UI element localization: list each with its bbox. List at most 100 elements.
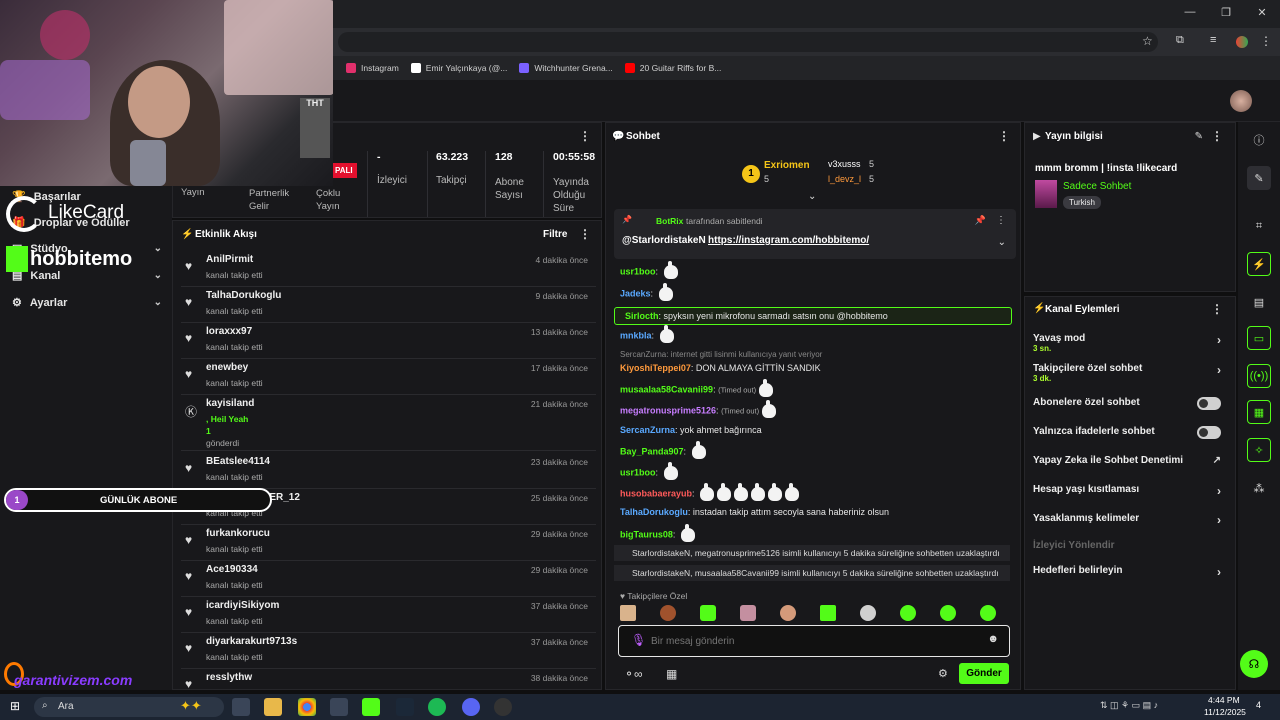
share-icon[interactable]: ⁂ bbox=[1247, 476, 1271, 500]
restore-icon[interactable]: ❐ bbox=[1216, 6, 1236, 19]
chat-username[interactable]: Sirlocth bbox=[625, 311, 659, 321]
address-bar[interactable] bbox=[338, 32, 1158, 52]
channel-action-item[interactable]: Yapay Zeka ile Sohbet Denetimi ↗ bbox=[1033, 455, 1229, 466]
more-options-icon[interactable]: ⋮ bbox=[1211, 302, 1223, 316]
activity-user[interactable]: icardiyiSikiyom bbox=[206, 600, 279, 611]
rewards-icon[interactable]: ⚬∞ bbox=[624, 667, 643, 681]
toggle-switch[interactable] bbox=[1197, 426, 1221, 439]
chat-username[interactable]: TalhaDorukoglu bbox=[620, 507, 688, 517]
channel-action-item[interactable]: Abonelere özel sohbet bbox=[1033, 397, 1229, 410]
clock-date[interactable]: 11/12/2025 bbox=[1204, 707, 1246, 717]
nav-settings[interactable]: ⚙ Ayarlar ⌄ bbox=[12, 296, 162, 310]
activity-user[interactable]: enewbey bbox=[206, 362, 248, 373]
chat-username[interactable]: Jadeks bbox=[620, 288, 651, 298]
store-icon[interactable]: ▦ bbox=[666, 667, 677, 681]
more-options-icon[interactable]: ⋮ bbox=[579, 227, 591, 241]
gear-icon[interactable]: ⚙ bbox=[938, 667, 948, 680]
emote-icon[interactable] bbox=[820, 605, 836, 621]
chat-username[interactable]: SercanZurna bbox=[620, 425, 675, 435]
tray-icons[interactable]: ⇅ ◫ ⚘ ▭ ▤ ♪ bbox=[1100, 700, 1158, 711]
channel-action-item[interactable]: Hesap yaşı kısıtlaması › bbox=[1033, 484, 1229, 498]
channel-action-item[interactable]: Yalnızca ifadelerle sohbet bbox=[1033, 426, 1229, 439]
chevron-down-icon[interactable]: ⌄ bbox=[808, 191, 816, 202]
chat-username[interactable]: KiyoshiTeppei07 bbox=[620, 363, 691, 373]
channel-action-item[interactable]: Yavaş mod 3 sn. › bbox=[1033, 333, 1229, 353]
activity-row[interactable]: ♥ enewbey kanalı takip etti 17 dakika ön… bbox=[181, 359, 596, 395]
chat-username[interactable]: mnkbla bbox=[620, 330, 652, 340]
bolt-icon[interactable]: ⚡ bbox=[1247, 252, 1271, 276]
send-button[interactable]: Gönder bbox=[959, 663, 1009, 684]
activity-user[interactable]: Ace190334 bbox=[206, 564, 258, 575]
chat-username[interactable]: megatronusprime5126 bbox=[620, 405, 716, 415]
activity-row[interactable]: ♥ icardiyiSikiyom kanalı takip etti 37 d… bbox=[181, 597, 596, 633]
channel-action-item[interactable]: Hedefleri belirleyin › bbox=[1033, 565, 1229, 579]
profile-icon[interactable] bbox=[1236, 36, 1248, 48]
clock-time[interactable]: 4:44 PM bbox=[1208, 695, 1240, 705]
toggle-switch[interactable] bbox=[1197, 397, 1221, 410]
chat-input[interactable] bbox=[651, 632, 971, 650]
emote-icon[interactable] bbox=[860, 605, 876, 621]
media-icon[interactable]: ≡ bbox=[1210, 34, 1216, 46]
emote-icon[interactable] bbox=[740, 605, 756, 621]
emoji-icon[interactable]: ☻ bbox=[987, 633, 999, 645]
category-link[interactable]: Sadece Sohbet bbox=[1063, 181, 1131, 192]
chat-username[interactable]: usr1boo bbox=[620, 467, 656, 477]
info-icon[interactable]: ⓘ bbox=[1247, 128, 1271, 152]
activity-user[interactable]: TalhaDorukoglu bbox=[206, 290, 281, 301]
channel-action-item[interactable]: Yasaklanmış kelimeler › bbox=[1033, 513, 1229, 527]
emote-icon[interactable] bbox=[900, 605, 916, 621]
emote-icon[interactable] bbox=[660, 605, 676, 621]
bookmark-x[interactable]: Emir Yalçınkaya (@... bbox=[410, 63, 507, 73]
microphone-icon[interactable]: 🎙 bbox=[631, 633, 646, 647]
chevron-down-icon[interactable]: ⌄ bbox=[998, 237, 1006, 248]
more-options-icon[interactable]: ⋮ bbox=[998, 129, 1010, 143]
chat-username[interactable]: musaalaa58Cavanii99 bbox=[620, 384, 713, 394]
activity-row[interactable]: ♥ BEatslee4114 kanalı takip etti 23 daki… bbox=[181, 453, 596, 489]
more-options-icon[interactable]: ⋮ bbox=[996, 215, 1006, 226]
crop-icon[interactable]: ⌗ bbox=[1247, 214, 1271, 238]
activity-row[interactable]: ♥ TalhaDorukoglu kanalı takip etti 9 dak… bbox=[181, 287, 596, 323]
activity-row[interactable]: ♥ furkankorucu kanalı takip etti 29 daki… bbox=[181, 525, 596, 561]
channel-action-item[interactable]: Takipçilere özel sohbet 3 dk. › bbox=[1033, 363, 1229, 383]
spotify-icon[interactable] bbox=[428, 698, 446, 716]
activity-user[interactable]: resslythw bbox=[206, 672, 252, 683]
notes-icon[interactable]: ▤ bbox=[1247, 290, 1271, 314]
layout-icon[interactable]: ▦ bbox=[1247, 400, 1271, 424]
activity-user[interactable]: kayisiland bbox=[206, 398, 254, 409]
star-icon[interactable]: ☆ bbox=[1142, 34, 1153, 48]
more-options-icon[interactable]: ⋮ bbox=[579, 129, 591, 143]
obs-icon[interactable] bbox=[494, 698, 512, 716]
wrench-icon[interactable]: ✧ bbox=[1247, 438, 1271, 462]
kick-icon[interactable] bbox=[362, 698, 380, 716]
activity-row[interactable]: ♥ Ace190334 kanalı takip etti 29 dakika … bbox=[181, 561, 596, 597]
pin-icon[interactable]: 📌 bbox=[975, 215, 986, 226]
windows-start-icon[interactable]: ⊞ bbox=[10, 699, 20, 713]
edit-icon[interactable]: ✎ bbox=[1247, 166, 1271, 190]
activity-user[interactable]: loraxxx97 bbox=[206, 326, 252, 337]
notification-badge[interactable]: 4 bbox=[1256, 700, 1261, 710]
chrome-icon[interactable] bbox=[298, 698, 316, 716]
broadcast-icon[interactable]: ((•)) bbox=[1247, 364, 1271, 388]
chat-username[interactable]: usr1boo bbox=[620, 266, 656, 276]
pinned-link[interactable]: https://instagram.com/hobbitemo/ bbox=[708, 235, 869, 246]
close-icon[interactable]: ✕ bbox=[1252, 6, 1272, 19]
chat-username[interactable]: bigTaurus08 bbox=[620, 529, 673, 539]
category-thumbnail[interactable] bbox=[1035, 180, 1057, 208]
taskview-icon[interactable] bbox=[232, 698, 250, 716]
activity-row[interactable]: ♥ AnilPirmit kanalı takip etti 4 dakika … bbox=[181, 251, 596, 287]
headset-icon[interactable]: ☊ bbox=[1240, 650, 1268, 678]
taskbar-search[interactable]: ⌕ Ara ✦✦ bbox=[34, 697, 224, 717]
activity-row[interactable]: ♥ diyarkarakurt9713s kanalı takip etti 3… bbox=[181, 633, 596, 669]
activity-row[interactable]: ♥ loraxxx97 kanalı takip etti 13 dakika … bbox=[181, 323, 596, 359]
activity-row[interactable]: Ⓚ kayisiland , Heil Yeah 1 gönderdi 21 da… bbox=[181, 395, 596, 451]
emote-icon[interactable] bbox=[780, 605, 796, 621]
emote-icon[interactable] bbox=[980, 605, 996, 621]
bookmark-instagram[interactable]: Instagram bbox=[346, 63, 399, 73]
filter-button[interactable]: Filtre bbox=[543, 229, 567, 240]
chat-icon[interactable]: ▭ bbox=[1247, 326, 1271, 350]
chat-username[interactable]: husobabaerayub bbox=[620, 488, 692, 498]
steam-icon[interactable] bbox=[396, 698, 414, 716]
bookmark-witchhunter[interactable]: Witchhunter Grena... bbox=[519, 63, 613, 73]
chat-input-box[interactable]: 🎙 ☻ bbox=[618, 625, 1010, 657]
activity-user[interactable]: BEatslee4114 bbox=[206, 456, 270, 467]
